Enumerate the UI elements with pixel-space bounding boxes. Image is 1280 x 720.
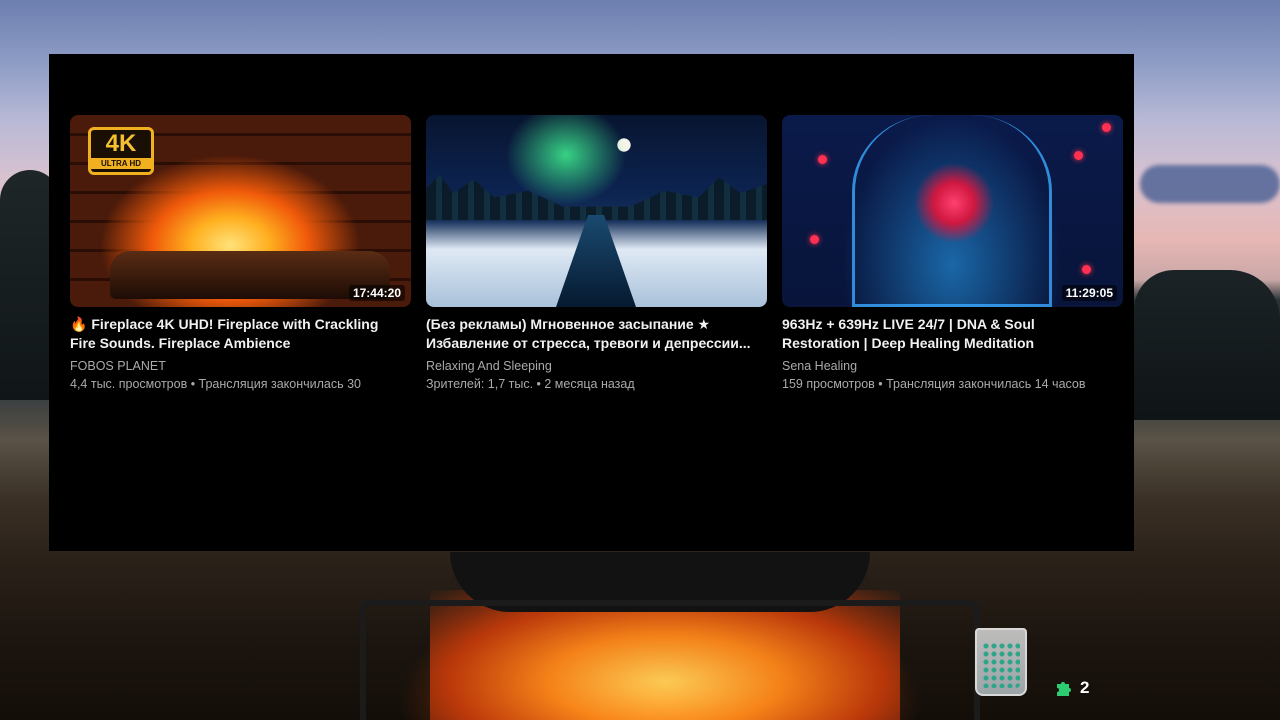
thumbnail-node — [1074, 151, 1083, 160]
video-title-line: Избавление от стресса, тревоги и депресс… — [426, 335, 751, 351]
4k-badge-icon: 4K ULTRA HD — [88, 127, 154, 175]
video-card-healing[interactable]: 11:29:05 963Hz + 639Hz LIVE 24/7 | DNA &… — [782, 115, 1123, 393]
video-duration: 11:29:05 — [1061, 285, 1117, 301]
extension-notification[interactable]: 2 — [1054, 678, 1089, 698]
video-recommendations-window: 4K ULTRA HD 17:44:20 🔥 Fireplace 4K UHD!… — [49, 54, 1134, 551]
wallpaper-grill — [360, 600, 980, 720]
video-title-line: 🔥 Fireplace 4K UHD! Fireplace with Crack… — [70, 316, 379, 332]
channel-name[interactable]: Relaxing And Sleeping — [426, 357, 767, 375]
thumbnail-node — [810, 235, 819, 244]
video-meta: Зрителей: 1,7 тыс. • 2 месяца назад — [426, 377, 635, 391]
puzzle-icon — [1054, 678, 1074, 698]
video-title[interactable]: 963Hz + 639Hz LIVE 24/7 | DNA & Soul Res… — [782, 315, 1123, 353]
badge-4k-text: 4K — [105, 130, 137, 157]
video-title-line: (Без рекламы) Мгновенное засыпание ★ — [426, 316, 711, 332]
channel-name[interactable]: Sena Healing — [782, 357, 1123, 375]
video-grid: 4K ULTRA HD 17:44:20 🔥 Fireplace 4K UHD!… — [70, 115, 1123, 393]
video-thumbnail[interactable] — [426, 115, 767, 307]
notification-count: 2 — [1080, 678, 1090, 697]
wallpaper-trees-right — [1134, 270, 1280, 420]
video-title[interactable]: 🔥 Fireplace 4K UHD! Fireplace with Crack… — [70, 315, 411, 353]
thumbnail-river — [556, 215, 636, 307]
recycle-bin-icon[interactable] — [975, 628, 1027, 696]
thumbnail-node — [1102, 123, 1111, 132]
thumbnail-body-outline — [852, 115, 1052, 307]
badge-ultrahd-text: ULTRA HD — [91, 158, 151, 169]
video-thumbnail[interactable]: 11:29:05 — [782, 115, 1123, 307]
thumbnail-trees — [426, 175, 767, 220]
video-card-fireplace[interactable]: 4K ULTRA HD 17:44:20 🔥 Fireplace 4K UHD!… — [70, 115, 411, 393]
video-duration: 17:44:20 — [348, 285, 405, 301]
video-title-line: Fire Sounds. Fireplace Ambience — [70, 335, 291, 351]
video-card-sleep[interactable]: (Без рекламы) Мгновенное засыпание ★ Изб… — [426, 115, 767, 393]
channel-name[interactable]: FOBOS PLANET — [70, 357, 411, 375]
video-title-line: Restoration | Deep Healing Meditation — [782, 335, 1035, 351]
thumbnail-node — [818, 155, 827, 164]
video-meta: 4,4 тыс. просмотров • Трансляция закончи… — [70, 377, 362, 391]
video-title[interactable]: (Без рекламы) Мгновенное засыпание ★ Изб… — [426, 315, 767, 353]
video-meta: 159 просмотров • Трансляция закончилась … — [782, 377, 1086, 391]
video-thumbnail[interactable]: 4K ULTRA HD 17:44:20 — [70, 115, 411, 307]
recycle-bin-contents — [982, 642, 1020, 688]
thumbnail-node — [1082, 265, 1091, 274]
video-title-line: 963Hz + 639Hz LIVE 24/7 | DNA & Soul — [782, 316, 1035, 332]
wallpaper-cloud — [1140, 165, 1280, 203]
